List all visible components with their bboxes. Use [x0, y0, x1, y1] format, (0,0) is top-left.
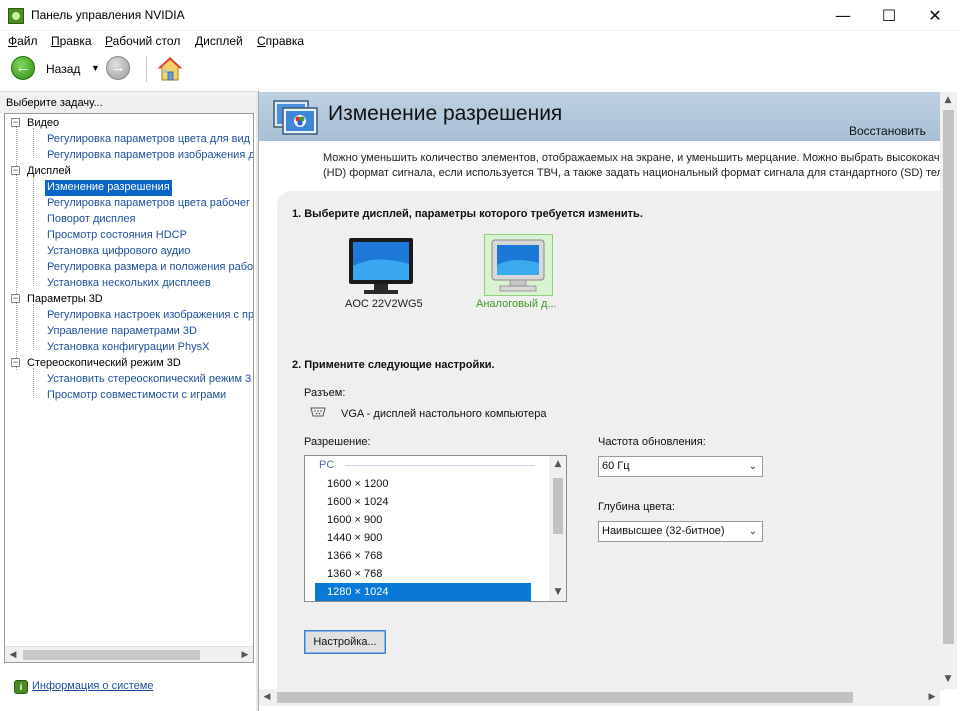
- task-tree[interactable]: − Видео Регулировка параметров цвета для…: [4, 113, 254, 663]
- group-divider: [345, 465, 535, 466]
- tree-item-setup-stereo[interactable]: Установить стереоскопический режим 3: [45, 372, 253, 388]
- back-button-label[interactable]: Назад: [46, 62, 80, 76]
- restore-defaults-link[interactable]: Восстановить: [849, 124, 926, 138]
- forward-arrow-icon[interactable]: →: [106, 56, 130, 80]
- monitor-analog-icon[interactable]: [488, 238, 548, 294]
- tree-connector: [33, 128, 34, 158]
- resolution-option[interactable]: 1366 × 768: [315, 547, 531, 565]
- collapse-toggle-icon[interactable]: −: [11, 166, 20, 175]
- color-depth-label: Глубина цвета:: [598, 501, 675, 513]
- collapse-toggle-icon[interactable]: −: [11, 294, 20, 303]
- toolbar: ← Назад ▼ →: [0, 52, 960, 90]
- tree-category-video[interactable]: − Видео: [5, 116, 245, 132]
- tree-item-change-resolution[interactable]: Изменение разрешения: [45, 180, 172, 196]
- resolution-group-header: PC: [319, 459, 335, 471]
- collapse-toggle-icon[interactable]: −: [11, 358, 20, 367]
- scroll-down-icon[interactable]: ▼: [941, 672, 955, 686]
- color-depth-select[interactable]: Наивысшее (32-битное) ⌄: [598, 521, 763, 542]
- scrollbar-thumb[interactable]: [23, 650, 200, 660]
- collapse-toggle-icon[interactable]: −: [11, 118, 20, 127]
- nvidia-app-icon: [8, 8, 24, 24]
- scroll-right-icon[interactable]: ▶: [238, 648, 252, 662]
- menu-edit[interactable]: Правка: [51, 34, 92, 48]
- window-title: Панель управления NVIDIA: [31, 8, 185, 22]
- page-description: Можно уменьшить количество элементов, от…: [323, 152, 943, 179]
- task-pane-header: Выберите задачу...: [0, 91, 258, 113]
- refresh-rate-label: Частота обновления:: [598, 436, 706, 448]
- tree-category-stereo-3d[interactable]: − Стереоскопический режим 3D: [5, 356, 245, 372]
- tree-item-digital-audio[interactable]: Установка цифрового аудио: [45, 244, 192, 260]
- scroll-left-icon[interactable]: ◀: [260, 690, 274, 704]
- scroll-left-icon[interactable]: ◀: [6, 648, 20, 662]
- scroll-down-icon[interactable]: ▼: [551, 585, 565, 599]
- refresh-rate-select[interactable]: 60 Гц ⌄: [598, 456, 763, 477]
- vga-connector-icon: [310, 407, 326, 417]
- tree-item-video-image[interactable]: Регулировка параметров изображения д: [45, 148, 253, 164]
- close-button[interactable]: ✕: [912, 0, 958, 31]
- menu-help[interactable]: Справка: [257, 34, 304, 48]
- menu-desktop[interactable]: Рабочий стол: [105, 34, 180, 48]
- tree-item-physx[interactable]: Установка конфигурации PhysX: [45, 340, 211, 356]
- tree-item-manage-3d[interactable]: Управление параметрами 3D: [45, 324, 199, 340]
- chevron-down-icon: ⌄: [748, 461, 757, 472]
- system-info-link[interactable]: Информация о системе: [32, 680, 153, 692]
- connector-label: Разъем:: [304, 387, 346, 399]
- page-title: Изменение разрешения: [328, 102, 563, 125]
- tree-item-desktop-size[interactable]: Регулировка размера и положения рабо: [45, 260, 253, 276]
- scroll-up-icon[interactable]: ▲: [551, 457, 565, 471]
- tree-item-video-color[interactable]: Регулировка параметров цвета для вид: [45, 132, 252, 148]
- step1-title: 1. Выберите дисплей, параметры которого …: [292, 208, 643, 220]
- tree-horizontal-scrollbar[interactable]: ◀ ▶: [5, 646, 253, 662]
- scrollbar-thumb[interactable]: [277, 692, 853, 703]
- tree-item-image-settings-preview[interactable]: Регулировка настроек изображения с пр: [45, 308, 253, 324]
- tree-category-display[interactable]: − Дисплей: [5, 164, 245, 180]
- resolution-option[interactable]: 1600 × 1024: [315, 493, 531, 511]
- resolution-option-selected[interactable]: 1280 × 1024: [315, 583, 531, 601]
- tree-item-multiple-displays[interactable]: Установка нескольких дисплеев: [45, 276, 213, 292]
- back-arrow-icon[interactable]: ←: [11, 56, 35, 80]
- resolution-option[interactable]: 1440 × 900: [315, 529, 531, 547]
- display-resolution-icon: [273, 100, 318, 135]
- tree-item-desktop-color[interactable]: Регулировка параметров цвета рабочег: [45, 196, 252, 212]
- tree-category-3d-settings[interactable]: − Параметры 3D: [5, 292, 245, 308]
- tree-connector: [16, 126, 17, 370]
- tree-item-rotate-display[interactable]: Поворот дисплея: [45, 212, 137, 228]
- resolution-listbox[interactable]: PC 1600 × 1200 1600 × 1024 1600 × 900 14…: [304, 455, 567, 602]
- tree-item-game-compat[interactable]: Просмотр совместимости с играми: [45, 388, 228, 404]
- history-dropdown-icon[interactable]: ▼: [91, 63, 100, 73]
- tree-connector: [33, 176, 34, 286]
- menu-bar: Файл Правка Рабочий стол Дисплей Справка: [0, 31, 960, 51]
- toolbar-separator: [146, 56, 147, 82]
- scrollbar-thumb[interactable]: [553, 478, 563, 534]
- minimize-button[interactable]: —: [820, 0, 866, 31]
- resolution-option[interactable]: 1360 × 768: [315, 565, 531, 583]
- step2-title: 2. Примените следующие настройки.: [292, 359, 495, 371]
- content-vertical-scrollbar[interactable]: ▲ ▼: [940, 92, 957, 689]
- chevron-down-icon: ⌄: [748, 526, 757, 537]
- tree-connector: [33, 304, 34, 350]
- scroll-up-icon[interactable]: ▲: [941, 93, 955, 107]
- menu-file[interactable]: Файл: [8, 34, 38, 48]
- maximize-button[interactable]: ☐: [866, 0, 912, 31]
- resolution-label: Разрешение:: [304, 436, 371, 448]
- system-info-icon[interactable]: i: [14, 680, 28, 694]
- connector-value: VGA - дисплей настольного компьютера: [341, 408, 547, 420]
- resolution-option[interactable]: 1600 × 900: [315, 511, 531, 529]
- tree-item-hdcp-status[interactable]: Просмотр состояния HDCP: [45, 228, 189, 244]
- tree-connector: [33, 368, 34, 398]
- resolution-option[interactable]: 1600 × 1200: [315, 475, 531, 493]
- menu-display[interactable]: Дисплей: [195, 34, 243, 48]
- display-label-analog[interactable]: Аналоговый д...: [476, 298, 557, 310]
- monitor-aoc-icon[interactable]: [346, 236, 416, 298]
- display-label-aoc[interactable]: AOC 22V2WG5: [345, 298, 423, 310]
- content-horizontal-scrollbar[interactable]: ◀ ▶: [259, 689, 940, 706]
- scroll-right-icon[interactable]: ▶: [925, 690, 939, 704]
- resolution-scrollbar[interactable]: ▲ ▼: [549, 456, 566, 601]
- customize-button[interactable]: Настройка...: [304, 630, 386, 654]
- scrollbar-thumb[interactable]: [943, 110, 954, 644]
- home-icon[interactable]: [157, 56, 183, 82]
